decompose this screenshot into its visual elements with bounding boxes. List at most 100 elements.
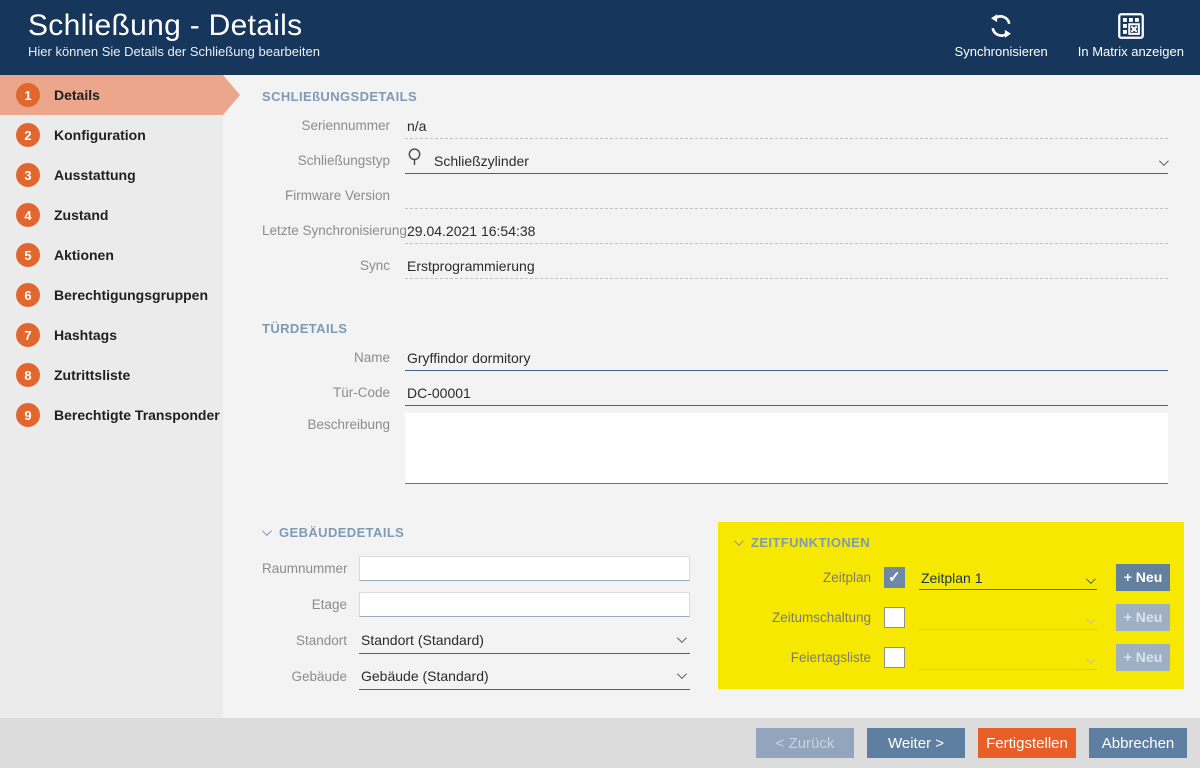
page-header: Schließung - Details Hier können Sie Det… — [0, 0, 1200, 75]
next-button[interactable]: Weiter > — [867, 728, 965, 758]
details-form: SCHLIEßUNGSDETAILS Seriennummer n/a Schl… — [223, 75, 1200, 718]
field-label: Standort — [262, 633, 359, 648]
field-label: Tür-Code — [262, 385, 405, 406]
sidebar-item-berechtigte-transponder[interactable]: 9 Berechtigte Transponder — [0, 395, 223, 435]
sidebar-item-label: Konfiguration — [54, 127, 146, 143]
feiertagsliste-checkbox[interactable] — [884, 647, 905, 668]
field-sync: Sync Erstprogrammierung — [262, 244, 1168, 279]
sidebar-item-zustand[interactable]: 4 Zustand — [0, 195, 223, 235]
zeitplan-dropdown[interactable]: Zeitplan 1 — [919, 565, 1097, 590]
sidebar-item-hashtags[interactable]: 7 Hashtags — [0, 315, 223, 355]
field-name: Name Gryffindor dormitory — [262, 336, 1168, 371]
back-button[interactable]: < Zurück — [756, 728, 854, 758]
synchronize-button[interactable]: Synchronisieren — [955, 11, 1048, 75]
field-etage: Etage — [262, 586, 690, 622]
sidebar-item-konfiguration[interactable]: 2 Konfiguration — [0, 115, 223, 155]
row-zeitplan: Zeitplan Zeitplan 1 + Neu — [734, 557, 1170, 597]
sidebar-item-ausstattung[interactable]: 3 Ausstattung — [0, 155, 223, 195]
field-label: Feiertagsliste — [734, 650, 884, 665]
field-label: Zeitumschaltung — [734, 610, 884, 625]
field-raumnummer: Raumnummer — [262, 550, 690, 586]
step-number-badge: 1 — [16, 83, 40, 107]
etage-input[interactable] — [359, 592, 690, 617]
zeitplan-checkbox[interactable] — [884, 567, 905, 588]
sidebar-item-label: Hashtags — [54, 327, 117, 343]
building-details-section: GEBÄUDEDETAILS Raumnummer Etage Standort… — [262, 522, 690, 694]
sync-value: Erstprogrammierung — [405, 258, 1168, 279]
field-tuer-code: Tür-Code DC-00001 — [262, 371, 1168, 406]
tuer-code-input[interactable]: DC-00001 — [405, 385, 1168, 406]
time-functions-header[interactable]: ZEITFUNKTIONEN — [734, 531, 1170, 553]
page-subtitle: Hier können Sie Details der Schließung b… — [28, 44, 320, 59]
step-number-badge: 8 — [16, 363, 40, 387]
field-gebaeude: Gebäude Gebäude (Standard) — [262, 658, 690, 694]
sidebar-item-berechtigungsgruppen[interactable]: 6 Berechtigungsgruppen — [0, 275, 223, 315]
wizard-footer: < Zurück Weiter > Fertigstellen Abbreche… — [0, 718, 1200, 768]
zeitumschaltung-new-button[interactable]: + Neu — [1116, 604, 1170, 631]
show-in-matrix-label: In Matrix anzeigen — [1078, 44, 1184, 59]
field-label: Firmware Version — [262, 188, 405, 209]
beschreibung-textarea[interactable] — [405, 413, 1168, 484]
field-label: Gebäude — [262, 669, 359, 684]
sidebar-item-label: Zutrittsliste — [54, 367, 130, 383]
zeitumschaltung-checkbox[interactable] — [884, 607, 905, 628]
field-firmware-version: Firmware Version — [262, 174, 1168, 209]
cancel-button[interactable]: Abbrechen — [1089, 728, 1187, 758]
gebaeude-dropdown[interactable]: Gebäude (Standard) — [359, 663, 690, 690]
chevron-down-icon — [1086, 574, 1096, 584]
field-seriennummer: Seriennummer n/a — [262, 104, 1168, 139]
field-standort: Standort Standort (Standard) — [262, 622, 690, 658]
chevron-down-icon — [1086, 654, 1096, 664]
section-title-building-details: GEBÄUDEDETAILS — [279, 525, 404, 540]
step-number-badge: 5 — [16, 243, 40, 267]
chevron-down-icon — [1159, 156, 1169, 166]
sync-icon — [986, 11, 1016, 41]
show-in-matrix-button[interactable]: In Matrix anzeigen — [1078, 11, 1184, 75]
field-label: Beschreibung — [262, 413, 405, 438]
raumnummer-input[interactable] — [359, 556, 690, 581]
standort-dropdown[interactable]: Standort (Standard) — [359, 627, 690, 654]
step-number-badge: 9 — [16, 403, 40, 427]
name-input[interactable]: Gryffindor dormitory — [405, 350, 1168, 371]
field-label: Name — [262, 350, 405, 371]
field-label: Sync — [262, 258, 405, 279]
cylinder-icon — [407, 148, 422, 169]
field-schliessungstyp: Schließungstyp Schließzylinder — [262, 139, 1168, 174]
collapse-chevron-icon — [734, 536, 744, 546]
schliessungstyp-dropdown[interactable]: Schließzylinder — [405, 148, 1168, 174]
app-window: Schließung - Details Hier können Sie Det… — [0, 0, 1200, 768]
step-number-badge: 3 — [16, 163, 40, 187]
section-title-time-functions: ZEITFUNKTIONEN — [751, 535, 870, 550]
sidebar-item-details[interactable]: 1 Details — [0, 75, 223, 115]
section-title-lock-details: SCHLIEßUNGSDETAILS — [262, 89, 1168, 104]
step-number-badge: 6 — [16, 283, 40, 307]
field-label: Letzte Synchronisierung — [262, 223, 405, 244]
chevron-down-icon — [677, 669, 687, 679]
matrix-icon — [1116, 11, 1146, 41]
sidebar-item-label: Details — [54, 87, 100, 103]
sidebar-item-aktionen[interactable]: 5 Aktionen — [0, 235, 223, 275]
step-number-badge: 4 — [16, 203, 40, 227]
page-title: Schließung - Details — [28, 9, 320, 43]
field-letzte-synchronisierung: Letzte Synchronisierung 29.04.2021 16:54… — [262, 209, 1168, 244]
step-number-badge: 2 — [16, 123, 40, 147]
time-functions-section: ZEITFUNKTIONEN Zeitplan Zeitplan 1 + Neu… — [718, 522, 1184, 689]
row-zeitumschaltung: Zeitumschaltung + Neu — [734, 597, 1170, 637]
wizard-step-sidebar: 1 Details 2 Konfiguration 3 Ausstattung … — [0, 75, 223, 718]
feiertagsliste-dropdown[interactable] — [919, 645, 1097, 670]
firmware-version-value — [405, 204, 1168, 209]
zeitplan-new-button[interactable]: + Neu — [1116, 564, 1170, 591]
sidebar-item-zutrittsliste[interactable]: 8 Zutrittsliste — [0, 355, 223, 395]
sidebar-item-label: Aktionen — [54, 247, 114, 263]
chevron-down-icon — [677, 633, 687, 643]
zeitumschaltung-dropdown[interactable] — [919, 605, 1097, 630]
step-number-badge: 7 — [16, 323, 40, 347]
sidebar-item-label: Zustand — [54, 207, 108, 223]
finish-button[interactable]: Fertigstellen — [978, 728, 1076, 758]
sidebar-item-label: Berechtigte Transponder — [54, 407, 220, 423]
seriennummer-value: n/a — [405, 118, 1168, 139]
chevron-down-icon — [1086, 614, 1096, 624]
building-details-header[interactable]: GEBÄUDEDETAILS — [262, 522, 690, 542]
feiertagsliste-new-button[interactable]: + Neu — [1116, 644, 1170, 671]
sidebar-item-label: Berechtigungsgruppen — [54, 287, 208, 303]
